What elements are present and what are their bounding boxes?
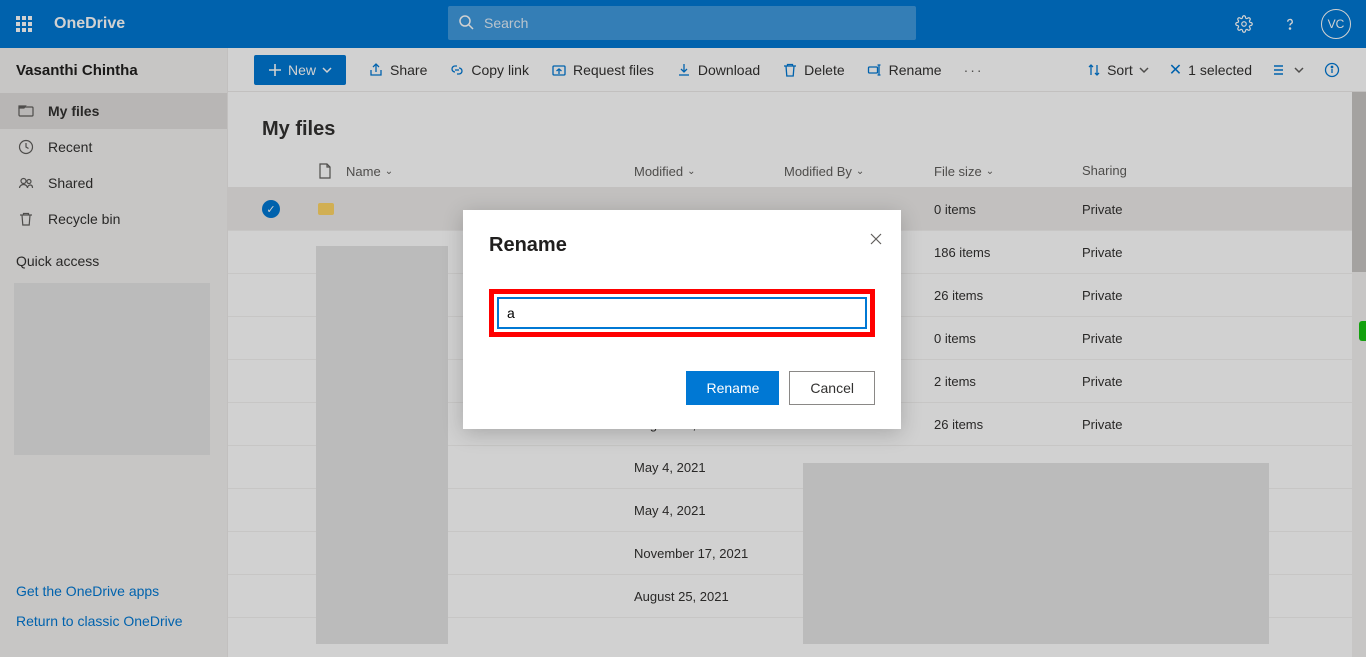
cancel-button[interactable]: Cancel xyxy=(789,371,875,405)
rename-confirm-button[interactable]: Rename xyxy=(686,371,779,405)
dialog-close-button[interactable] xyxy=(869,232,883,246)
feedback-indicator[interactable] xyxy=(1359,321,1366,341)
close-icon xyxy=(869,232,883,246)
rename-input[interactable] xyxy=(497,297,867,329)
rename-input-highlight xyxy=(489,289,875,337)
dialog-actions: Rename Cancel xyxy=(489,371,875,405)
dialog-title: Rename xyxy=(489,234,875,257)
rename-dialog: Rename Rename Cancel xyxy=(463,210,901,429)
